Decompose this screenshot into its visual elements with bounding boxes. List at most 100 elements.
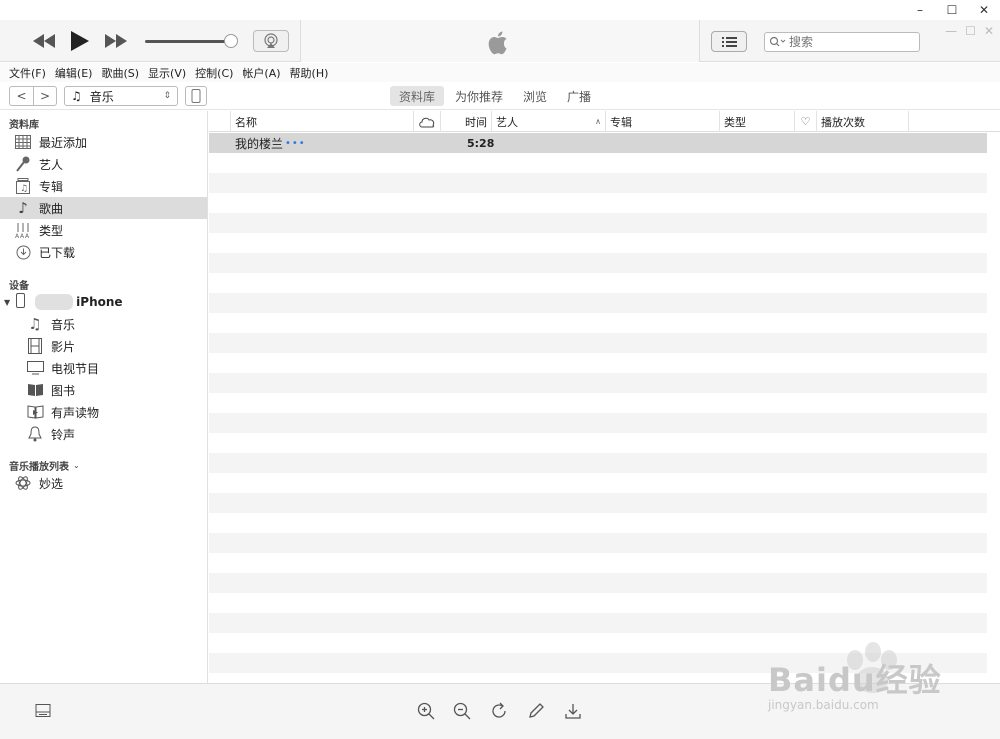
table-row-empty [209, 373, 987, 393]
media-type-select[interactable]: ♫ 音乐 ⇕ [64, 86, 178, 106]
table-row-empty [209, 393, 987, 413]
table-row-empty [209, 273, 987, 293]
up-next-list-button[interactable] [711, 31, 747, 52]
nav-arrows: < > [9, 86, 57, 106]
column-header-album[interactable]: 专辑 [605, 111, 719, 132]
sidebar-item-label: 最近添加 [39, 135, 88, 150]
sidebar-item-label: 已下载 [39, 245, 76, 260]
minimize-button[interactable]: – [904, 0, 936, 20]
table-row-empty [209, 573, 987, 593]
device-name-blur [35, 294, 74, 310]
column-header-genre[interactable]: 类型 [719, 111, 794, 132]
sidebar-device-tv-shows[interactable]: 电视节目 [0, 357, 207, 379]
sidebar-item-downloaded[interactable]: 已下载 [0, 241, 207, 263]
watermark-url: jingyan.baidu.com [768, 698, 879, 712]
column-header-name[interactable]: 名称 [230, 111, 413, 132]
sidebar: 资料库 最近添加 艺人 ♫ 专辑 ♪ 歌曲 AAA 类型 已下载 设备 ▼ iP… [0, 111, 208, 683]
sidebar-item-label: 歌曲 [39, 201, 64, 216]
atom-icon [14, 474, 32, 492]
player-toolbar [0, 20, 1000, 62]
library-tabs: 资料库 为你推荐 浏览 广播 [390, 86, 602, 106]
sidebar-item-label: 图书 [51, 383, 76, 398]
songs-table: 名称 时间 艺人 ∧ 专辑 类型 ♡ 播放次数 我的楼兰 ••• 5:28 [209, 111, 1000, 683]
column-header-plays[interactable]: 播放次数 [816, 111, 908, 132]
tab-for-you[interactable]: 为你推荐 [446, 86, 512, 106]
back-button[interactable]: < [9, 86, 33, 106]
refresh-button[interactable] [488, 700, 510, 722]
playlists-section-title[interactable]: 音乐播放列表 ⌄ [9, 458, 80, 473]
mini-minimize-icon[interactable]: — [945, 24, 957, 38]
table-row-empty [209, 553, 987, 573]
sidebar-item-songs[interactable]: ♪ 歌曲 [0, 197, 207, 219]
zoom-in-button[interactable] [415, 700, 437, 722]
column-header-love[interactable]: ♡ [794, 111, 816, 132]
airplay-button[interactable] [253, 30, 289, 52]
play-icon [71, 31, 89, 51]
album-icon: ♫ [14, 177, 32, 195]
table-row[interactable]: 我的楼兰 ••• 5:28 [209, 133, 987, 153]
menu-file[interactable]: 文件(F) [9, 65, 46, 81]
disclosure-triangle-icon[interactable]: ▼ [4, 298, 10, 307]
search-box[interactable] [764, 32, 920, 52]
column-header-artist[interactable]: 艺人 ∧ [491, 111, 605, 132]
pencil-icon [529, 703, 544, 718]
column-header-icloud[interactable] [413, 111, 440, 132]
menu-song[interactable]: 歌曲(S) [101, 65, 139, 81]
iphone-icon [16, 293, 26, 311]
volume-slider-track[interactable] [145, 40, 235, 43]
table-body: 我的楼兰 ••• 5:28 [209, 133, 1000, 683]
sidebar-item-label: 音乐 [51, 317, 76, 332]
close-button[interactable]: ✕ [968, 0, 1000, 20]
menu-edit[interactable]: 编辑(E) [55, 65, 93, 81]
device-button[interactable] [185, 86, 207, 106]
sidebar-item-artists[interactable]: 艺人 [0, 153, 207, 175]
sidebar-device-audiobooks[interactable]: 有声读物 [0, 401, 207, 423]
playlists-title-label: 音乐播放列表 [9, 462, 69, 473]
menu-bar: 文件(F) 编辑(E) 歌曲(S) 显示(V) 控制(C) 帐户(A) 帮助(H… [0, 63, 1000, 82]
sidebar-device-ringtones[interactable]: 铃声 [0, 423, 207, 445]
play-button[interactable] [66, 28, 94, 54]
library-section-title: 资料库 [9, 120, 39, 131]
media-type-label: 音乐 [89, 89, 114, 104]
table-row-empty [209, 453, 987, 473]
svg-text:A: A [25, 233, 30, 238]
more-options-icon[interactable]: ••• [285, 133, 306, 153]
sidebar-device-iphone[interactable]: ▼ iPhone [0, 291, 207, 313]
sidebar-device-movies[interactable]: 影片 [0, 335, 207, 357]
fast-forward-icon [105, 34, 127, 48]
sidebar-device-books[interactable]: 图书 [0, 379, 207, 401]
previous-track-button[interactable] [30, 28, 58, 54]
table-row-empty [209, 513, 987, 533]
menu-view[interactable]: 显示(V) [148, 65, 186, 81]
maximize-button[interactable]: ☐ [936, 0, 968, 20]
menu-account[interactable]: 帐户(A) [242, 65, 280, 81]
menu-controls[interactable]: 控制(C) [195, 65, 233, 81]
volume-slider-knob[interactable] [224, 34, 238, 48]
mini-maximize-icon[interactable]: ☐ [965, 24, 976, 38]
mini-close-icon[interactable]: ✕ [984, 24, 994, 38]
vertical-scrollbar[interactable] [988, 133, 1000, 683]
tab-browse[interactable]: 浏览 [514, 86, 556, 106]
search-input[interactable] [789, 35, 909, 49]
sidebar-item-albums[interactable]: ♫ 专辑 [0, 175, 207, 197]
sidebar-device-music[interactable]: ♫ 音乐 [0, 313, 207, 335]
forward-button[interactable]: > [33, 86, 57, 106]
zoom-out-button[interactable] [451, 700, 473, 722]
column-header-time[interactable]: 时间 [440, 111, 491, 132]
sidebar-playlist-genius[interactable]: 妙选 [0, 472, 207, 494]
sidebar-item-label: 艺人 [39, 157, 64, 172]
download-button[interactable] [562, 700, 584, 722]
next-track-button[interactable] [102, 28, 130, 54]
table-row-empty [209, 313, 987, 333]
tab-library[interactable]: 资料库 [390, 86, 445, 106]
mini-player-button[interactable] [32, 700, 54, 722]
menu-help[interactable]: 帮助(H) [290, 65, 329, 81]
edit-button[interactable] [525, 700, 547, 722]
sidebar-item-recently-added[interactable]: 最近添加 [0, 131, 207, 153]
svg-text:♫: ♫ [20, 184, 28, 194]
table-row-empty [209, 193, 987, 213]
tab-radio[interactable]: 广播 [558, 86, 600, 106]
sidebar-item-label: 电视节目 [51, 361, 100, 376]
sidebar-item-genres[interactable]: AAA 类型 [0, 219, 207, 241]
genre-icon: AAA [14, 221, 32, 239]
